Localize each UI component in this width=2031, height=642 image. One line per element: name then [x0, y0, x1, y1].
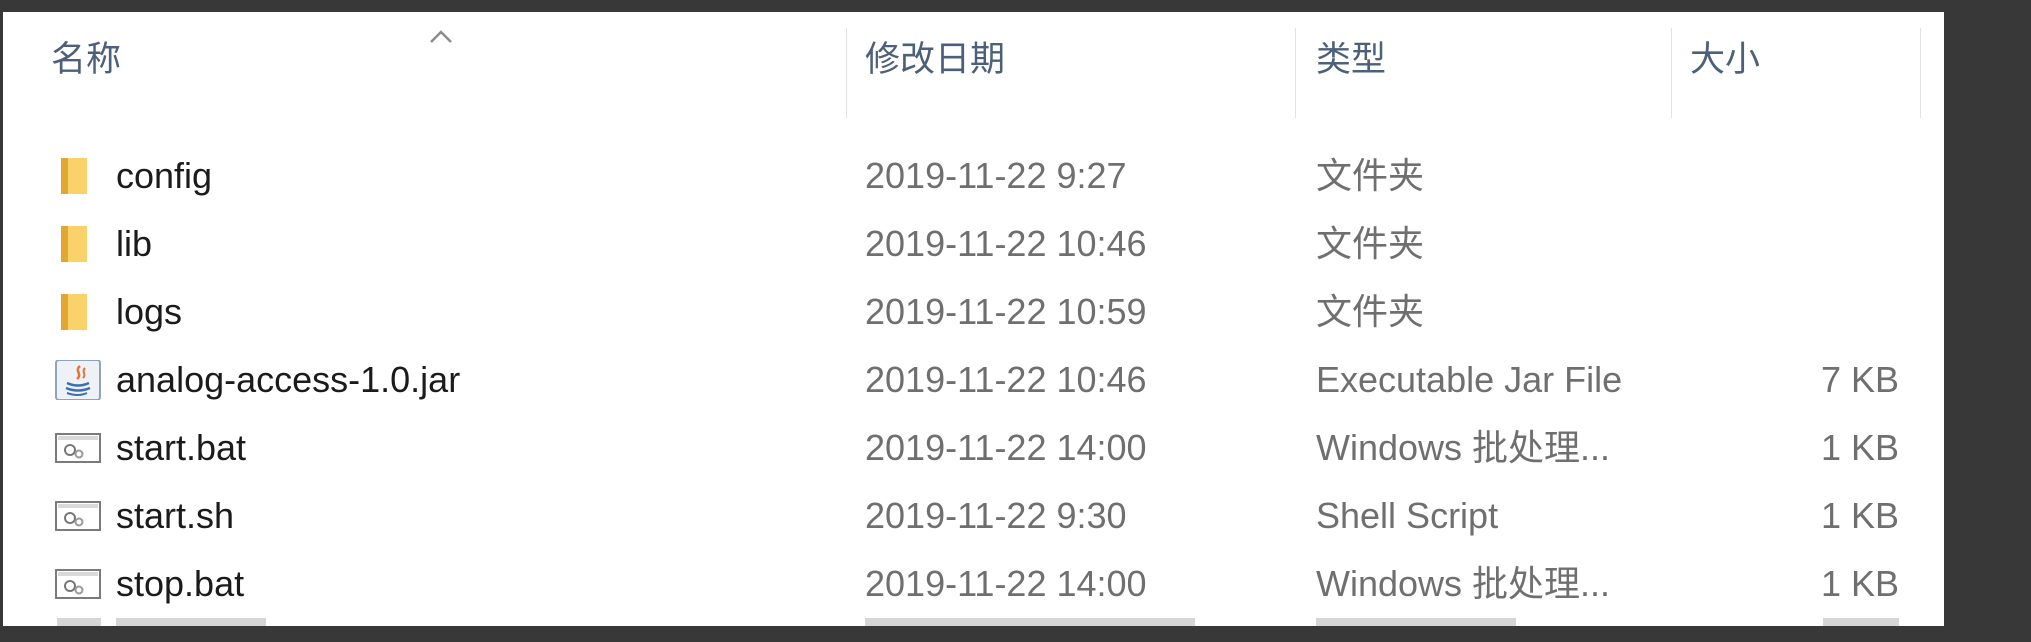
- file-name: start.sh: [116, 495, 235, 536]
- partially-hidden-row[interactable]: [3, 618, 1944, 626]
- script-file-icon: [55, 433, 101, 463]
- file-list-panel: 名称 修改日期 类型 大小 config 2019-11-22 9:27 文件夹…: [3, 12, 1944, 626]
- file-size: [1643, 142, 1899, 210]
- script-file-icon: [57, 618, 101, 626]
- folder-icon: [61, 226, 87, 262]
- file-type: 文件夹: [1316, 223, 1425, 264]
- file-row-logs[interactable]: logs 2019-11-22 10:59 文件夹: [3, 278, 1944, 346]
- sort-ascending-icon: [430, 30, 452, 43]
- column-header-type[interactable]: 类型: [1316, 12, 1671, 108]
- file-modified-date: 2019-11-22 10:46: [865, 359, 1147, 400]
- file-name-fragment: [116, 618, 266, 626]
- column-header-bar: 名称 修改日期 类型 大小: [3, 12, 1944, 118]
- column-divider[interactable]: [1295, 28, 1296, 118]
- file-modified-date: 2019-11-22 9:27: [865, 155, 1127, 196]
- folder-icon: [61, 294, 87, 330]
- file-type-fragment: [1316, 618, 1516, 626]
- file-size: 1 KB: [1820, 563, 1899, 604]
- file-type: 文件夹: [1316, 155, 1425, 196]
- file-size-fragment: [1823, 618, 1899, 626]
- java-jar-icon: [55, 360, 101, 400]
- file-modified-date: 2019-11-22 9:30: [865, 495, 1127, 536]
- file-modified-date: 2019-11-22 10:46: [865, 223, 1147, 264]
- file-type: 文件夹: [1316, 291, 1425, 332]
- script-file-icon: [55, 501, 101, 531]
- file-name: stop.bat: [116, 563, 245, 604]
- folder-icon: [61, 158, 87, 194]
- file-name: config: [116, 155, 213, 196]
- file-type: Executable Jar File: [1316, 359, 1623, 400]
- column-divider[interactable]: [1920, 28, 1921, 118]
- file-modified-date: 2019-11-22 14:00: [865, 427, 1147, 468]
- column-header-modified[interactable]: 修改日期: [865, 12, 1295, 108]
- file-name: logs: [116, 291, 183, 332]
- file-row-lib[interactable]: lib 2019-11-22 10:46 文件夹: [3, 210, 1944, 278]
- dark-window-frame: 名称 修改日期 类型 大小 config 2019-11-22 9:27 文件夹…: [0, 0, 2031, 642]
- column-header-size-label: 大小: [1690, 40, 1761, 79]
- file-type: Windows 批处理...: [1316, 563, 1611, 604]
- file-size: 1 KB: [1820, 495, 1899, 536]
- file-size: [1643, 278, 1899, 346]
- file-size: 7 KB: [1820, 359, 1899, 400]
- column-divider[interactable]: [846, 28, 847, 118]
- file-name: lib: [116, 223, 153, 264]
- file-modified-date: 2019-11-22 10:59: [865, 291, 1147, 332]
- file-type: Windows 批处理...: [1316, 427, 1611, 468]
- file-name: start.bat: [116, 427, 247, 468]
- file-row-config[interactable]: config 2019-11-22 9:27 文件夹: [3, 142, 1944, 210]
- column-header-modified-label: 修改日期: [865, 40, 1006, 79]
- file-row-start-bat[interactable]: start.bat 2019-11-22 14:00 Windows 批处理..…: [3, 414, 1944, 482]
- column-header-size[interactable]: 大小: [1690, 12, 1920, 108]
- file-row-jar[interactable]: analog-access-1.0.jar 2019-11-22 10:46 E…: [3, 346, 1944, 414]
- file-modified-date: 2019-11-22 14:00: [865, 563, 1147, 604]
- file-size: 1 KB: [1820, 427, 1899, 468]
- column-header-type-label: 类型: [1316, 40, 1387, 79]
- file-modified-date-fragment: [865, 618, 1195, 626]
- script-file-icon: [55, 569, 101, 599]
- file-row-stop-bat[interactable]: stop.bat 2019-11-22 14:00 Windows 批处理...…: [3, 550, 1944, 618]
- column-divider[interactable]: [1671, 28, 1672, 118]
- file-name: analog-access-1.0.jar: [116, 359, 461, 400]
- file-type: Shell Script: [1316, 495, 1499, 536]
- column-header-name-label: 名称: [51, 40, 122, 79]
- file-size: [1643, 210, 1899, 278]
- file-row-start-sh[interactable]: start.sh 2019-11-22 9:30 Shell Script 1 …: [3, 482, 1944, 550]
